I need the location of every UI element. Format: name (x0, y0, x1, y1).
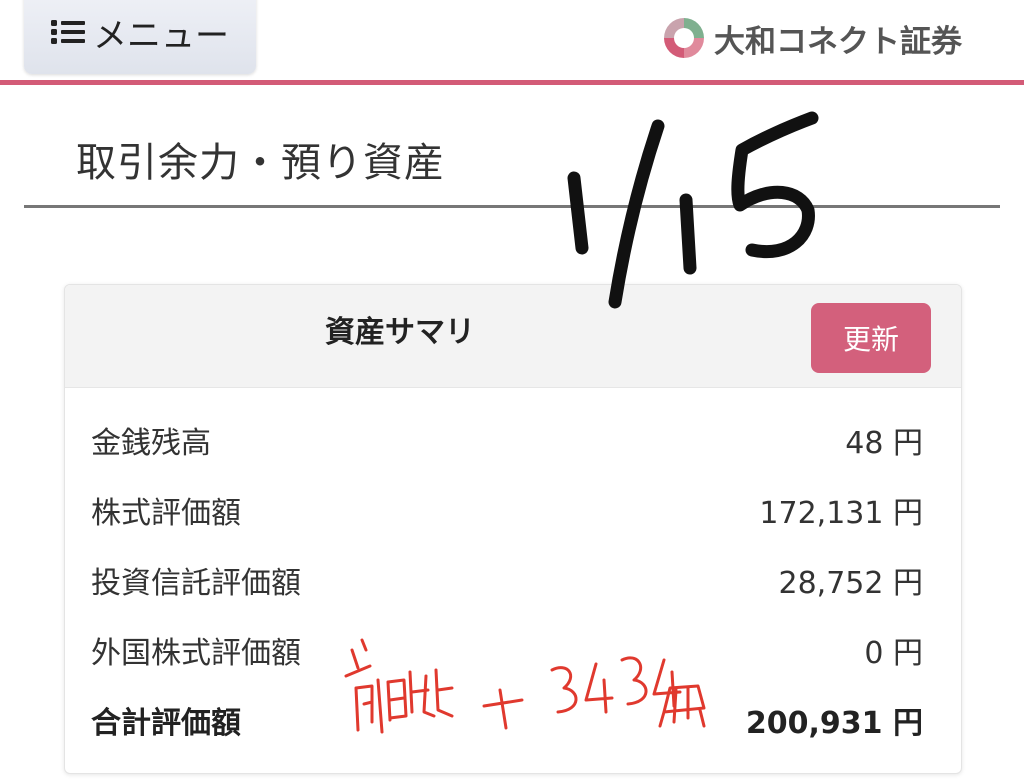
row-label: 金銭残高 (91, 426, 211, 461)
row-label: 合計評価額 (91, 706, 241, 741)
card-title: 資産サマリ (325, 315, 475, 350)
list-icon (51, 19, 85, 45)
row-value: 28,752 円 (778, 566, 923, 601)
row-cash-balance: 金銭残高 48 円 (65, 405, 961, 475)
row-fund-valuation: 投資信託評価額 28,752 円 (65, 545, 961, 615)
row-value: 200,931 円 (745, 706, 923, 741)
row-stock-valuation: 株式評価額 172,131 円 (65, 475, 961, 545)
logo-text: 大和コネクト証券 (714, 23, 962, 60)
row-value: 172,131 円 (759, 496, 923, 531)
refresh-button[interactable]: 更新 (811, 303, 931, 373)
menu-button[interactable]: メニュー (24, 0, 256, 74)
row-value: 48 円 (845, 426, 923, 461)
page-title: 取引余力・預り資産 (76, 140, 445, 186)
summary-rows: 金銭残高 48 円 株式評価額 172,131 円 投資信託評価額 28,752… (65, 405, 961, 755)
page: メニュー 大和コネクト証券 取引余力・預り資産 資産サマリ 更新 金銭残高 48… (0, 0, 1024, 782)
row-label: 外国株式評価額 (91, 636, 301, 671)
app-header: メニュー 大和コネクト証券 (0, 0, 1024, 80)
row-label: 株式評価額 (91, 496, 241, 531)
asset-summary-card: 資産サマリ 更新 金銭残高 48 円 株式評価額 172,131 円 投資信託評… (64, 284, 962, 774)
title-divider (24, 205, 1000, 208)
handwritten-date (567, 111, 819, 309)
row-label: 投資信託評価額 (91, 566, 301, 601)
header-divider (0, 80, 1024, 85)
card-header: 資産サマリ 更新 (65, 285, 961, 388)
menu-label: メニュー (93, 15, 229, 56)
logo-mark-icon (660, 14, 708, 62)
brand-logo[interactable]: 大和コネクト証券 (660, 12, 962, 64)
row-foreign-stock-valuation: 外国株式評価額 0 円 (65, 615, 961, 685)
row-value: 0 円 (864, 636, 923, 671)
row-total-valuation: 合計評価額 200,931 円 (65, 685, 961, 755)
